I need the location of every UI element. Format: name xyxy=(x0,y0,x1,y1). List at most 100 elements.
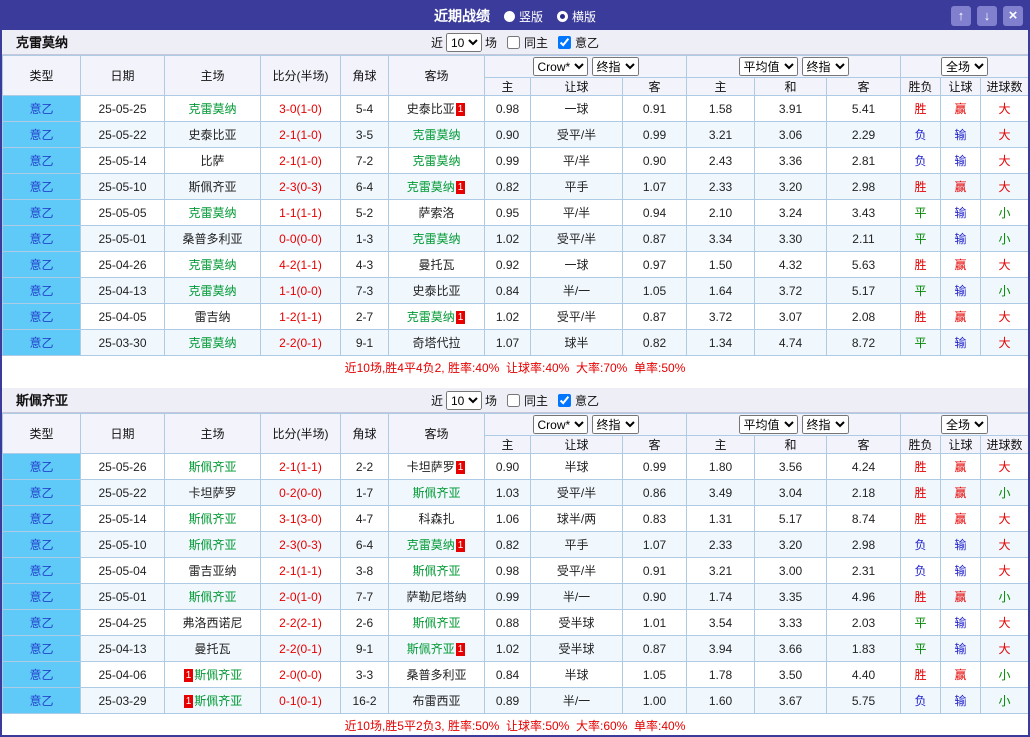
same-home-checkbox[interactable] xyxy=(507,394,520,407)
red-card-badge: 1 xyxy=(184,695,194,708)
team-name[interactable]: 斯佩齐亚 xyxy=(188,512,236,526)
odds-home-cell: 0.84 xyxy=(485,662,531,688)
odds-home-cell: 0.84 xyxy=(485,278,531,304)
view-option-horizontal[interactable]: 横版 xyxy=(557,8,596,25)
team-name[interactable]: 克雷莫纳 xyxy=(188,206,236,220)
team-name[interactable]: 卡坦萨罗 xyxy=(407,460,455,474)
match-row: 意乙25-05-04雷吉亚纳2-1(1-1)3-8斯佩齐亚0.98受平/半0.9… xyxy=(3,558,1029,584)
team-name[interactable]: 萨勒尼塔纳 xyxy=(406,590,466,604)
team-name[interactable]: 斯佩齐亚 xyxy=(194,668,242,682)
result-goals-cell: 大 xyxy=(981,506,1029,532)
avg-source-select[interactable]: 平均值 xyxy=(739,415,798,434)
league-filter-checkbox[interactable] xyxy=(558,36,571,49)
col-header-away: 客场 xyxy=(389,56,485,96)
team-name[interactable]: 克雷莫纳 xyxy=(188,102,236,116)
odds-home-cell: 0.92 xyxy=(485,252,531,278)
team-name[interactable]: 斯佩齐亚 xyxy=(412,616,460,630)
close-button[interactable]: × xyxy=(1003,6,1023,26)
team-name[interactable]: 克雷莫纳 xyxy=(412,232,460,246)
team-name[interactable]: 比萨 xyxy=(200,154,224,168)
result-outcome-cell: 平 xyxy=(901,278,941,304)
avg-draw-cell: 3.33 xyxy=(755,610,827,636)
team-name[interactable]: 奇塔代拉 xyxy=(412,336,460,350)
team-name[interactable]: 斯佩齐亚 xyxy=(188,460,236,474)
team-name[interactable]: 克雷莫纳 xyxy=(188,284,236,298)
match-count-select[interactable]: 10 xyxy=(446,33,482,52)
team-name[interactable]: 斯佩齐亚 xyxy=(188,538,236,552)
result-goals-cell: 大 xyxy=(981,122,1029,148)
team-name[interactable]: 史泰比亚 xyxy=(188,128,236,142)
team-name[interactable]: 斯佩齐亚 xyxy=(412,486,460,500)
away-team-cell: 科森扎 xyxy=(389,506,485,532)
league-filter-checkbox[interactable] xyxy=(558,394,571,407)
avg-time-select[interactable]: 终指 xyxy=(802,415,849,434)
scroll-up-button[interactable]: ↑ xyxy=(951,6,971,26)
same-home-checkbox[interactable] xyxy=(507,36,520,49)
score-cell: 2-2(2-1) xyxy=(261,610,341,636)
team-name[interactable]: 克雷莫纳 xyxy=(412,128,460,142)
avg-away-cell: 8.72 xyxy=(827,330,901,356)
odds-time-select[interactable]: 终指 xyxy=(592,57,639,76)
date-cell: 25-05-14 xyxy=(81,148,165,174)
result-outcome-cell: 平 xyxy=(901,636,941,662)
view-option-vertical[interactable]: 竖版 xyxy=(504,8,543,25)
team-name[interactable]: 布雷西亚 xyxy=(412,694,460,708)
team-name[interactable]: 斯佩齐亚 xyxy=(188,590,236,604)
team-name[interactable]: 卡坦萨罗 xyxy=(188,486,236,500)
team-name[interactable]: 史泰比亚 xyxy=(412,284,460,298)
team-name[interactable]: 克雷莫纳 xyxy=(407,310,455,324)
team-name[interactable]: 史泰比亚 xyxy=(407,102,455,116)
avg-home-cell: 1.80 xyxy=(687,454,755,480)
team-name[interactable]: 克雷莫纳 xyxy=(188,336,236,350)
team-name[interactable]: 克雷莫纳 xyxy=(407,180,455,194)
league-cell: 意乙 xyxy=(3,506,81,532)
result-goals-cell: 大 xyxy=(981,532,1029,558)
team-name[interactable]: 斯佩齐亚 xyxy=(194,694,242,708)
team-name[interactable]: 克雷莫纳 xyxy=(407,538,455,552)
team-name[interactable]: 桑普多利亚 xyxy=(182,232,242,246)
home-team-cell: 斯佩齐亚 xyxy=(165,532,261,558)
date-cell: 25-04-26 xyxy=(81,252,165,278)
result-group-header: 全场 xyxy=(901,56,1029,78)
home-team-cell: 弗洛西诺尼 xyxy=(165,610,261,636)
team-name[interactable]: 曼托瓦 xyxy=(418,258,454,272)
team-name[interactable]: 克雷莫纳 xyxy=(412,154,460,168)
result-outcome-cell: 胜 xyxy=(901,174,941,200)
scope-select[interactable]: 全场 xyxy=(941,57,988,76)
result-handicap-cell: 赢 xyxy=(941,506,981,532)
home-team-cell: 斯佩齐亚 xyxy=(165,174,261,200)
avg-time-select[interactable]: 终指 xyxy=(802,57,849,76)
result-outcome-cell: 胜 xyxy=(901,480,941,506)
team-name[interactable]: 雷吉纳 xyxy=(194,310,230,324)
team-name[interactable]: 弗洛西诺尼 xyxy=(182,616,242,630)
result-goals-cell: 大 xyxy=(981,252,1029,278)
team-name[interactable]: 斯佩齐亚 xyxy=(188,180,236,194)
scroll-down-button[interactable]: ↓ xyxy=(977,6,997,26)
odds-time-select[interactable]: 终指 xyxy=(592,415,639,434)
result-goals-cell: 小 xyxy=(981,480,1029,506)
odds-handicap-cell: 受平/半 xyxy=(531,122,623,148)
team-name[interactable]: 桑普多利亚 xyxy=(406,668,466,682)
result-outcome-cell: 平 xyxy=(901,200,941,226)
team-name[interactable]: 斯佩齐亚 xyxy=(412,564,460,578)
team-name[interactable]: 雷吉亚纳 xyxy=(188,564,236,578)
odds-group-header: Crow*终指 xyxy=(485,414,687,436)
avg-source-select[interactable]: 平均值 xyxy=(739,57,798,76)
team-name[interactable]: 科森扎 xyxy=(418,512,454,526)
team-name[interactable]: 克雷莫纳 xyxy=(188,258,236,272)
match-count-select[interactable]: 10 xyxy=(446,391,482,410)
scope-select[interactable]: 全场 xyxy=(941,415,988,434)
avg-home-cell: 3.21 xyxy=(687,122,755,148)
avg-group-header: 平均值终指 xyxy=(687,414,901,436)
result-outcome-cell: 胜 xyxy=(901,96,941,122)
result-handicap-cell: 赢 xyxy=(941,662,981,688)
team-name[interactable]: 曼托瓦 xyxy=(194,642,230,656)
odds-source-select[interactable]: Crow* xyxy=(533,415,588,434)
odds-source-select[interactable]: Crow* xyxy=(533,57,588,76)
down-arrow-icon: ↓ xyxy=(984,8,991,23)
date-cell: 25-05-22 xyxy=(81,480,165,506)
col-header-avg-home: 主 xyxy=(687,436,755,454)
odds-handicap-cell: 平/半 xyxy=(531,200,623,226)
team-name[interactable]: 萨索洛 xyxy=(418,206,454,220)
team-name[interactable]: 斯佩齐亚 xyxy=(407,642,455,656)
